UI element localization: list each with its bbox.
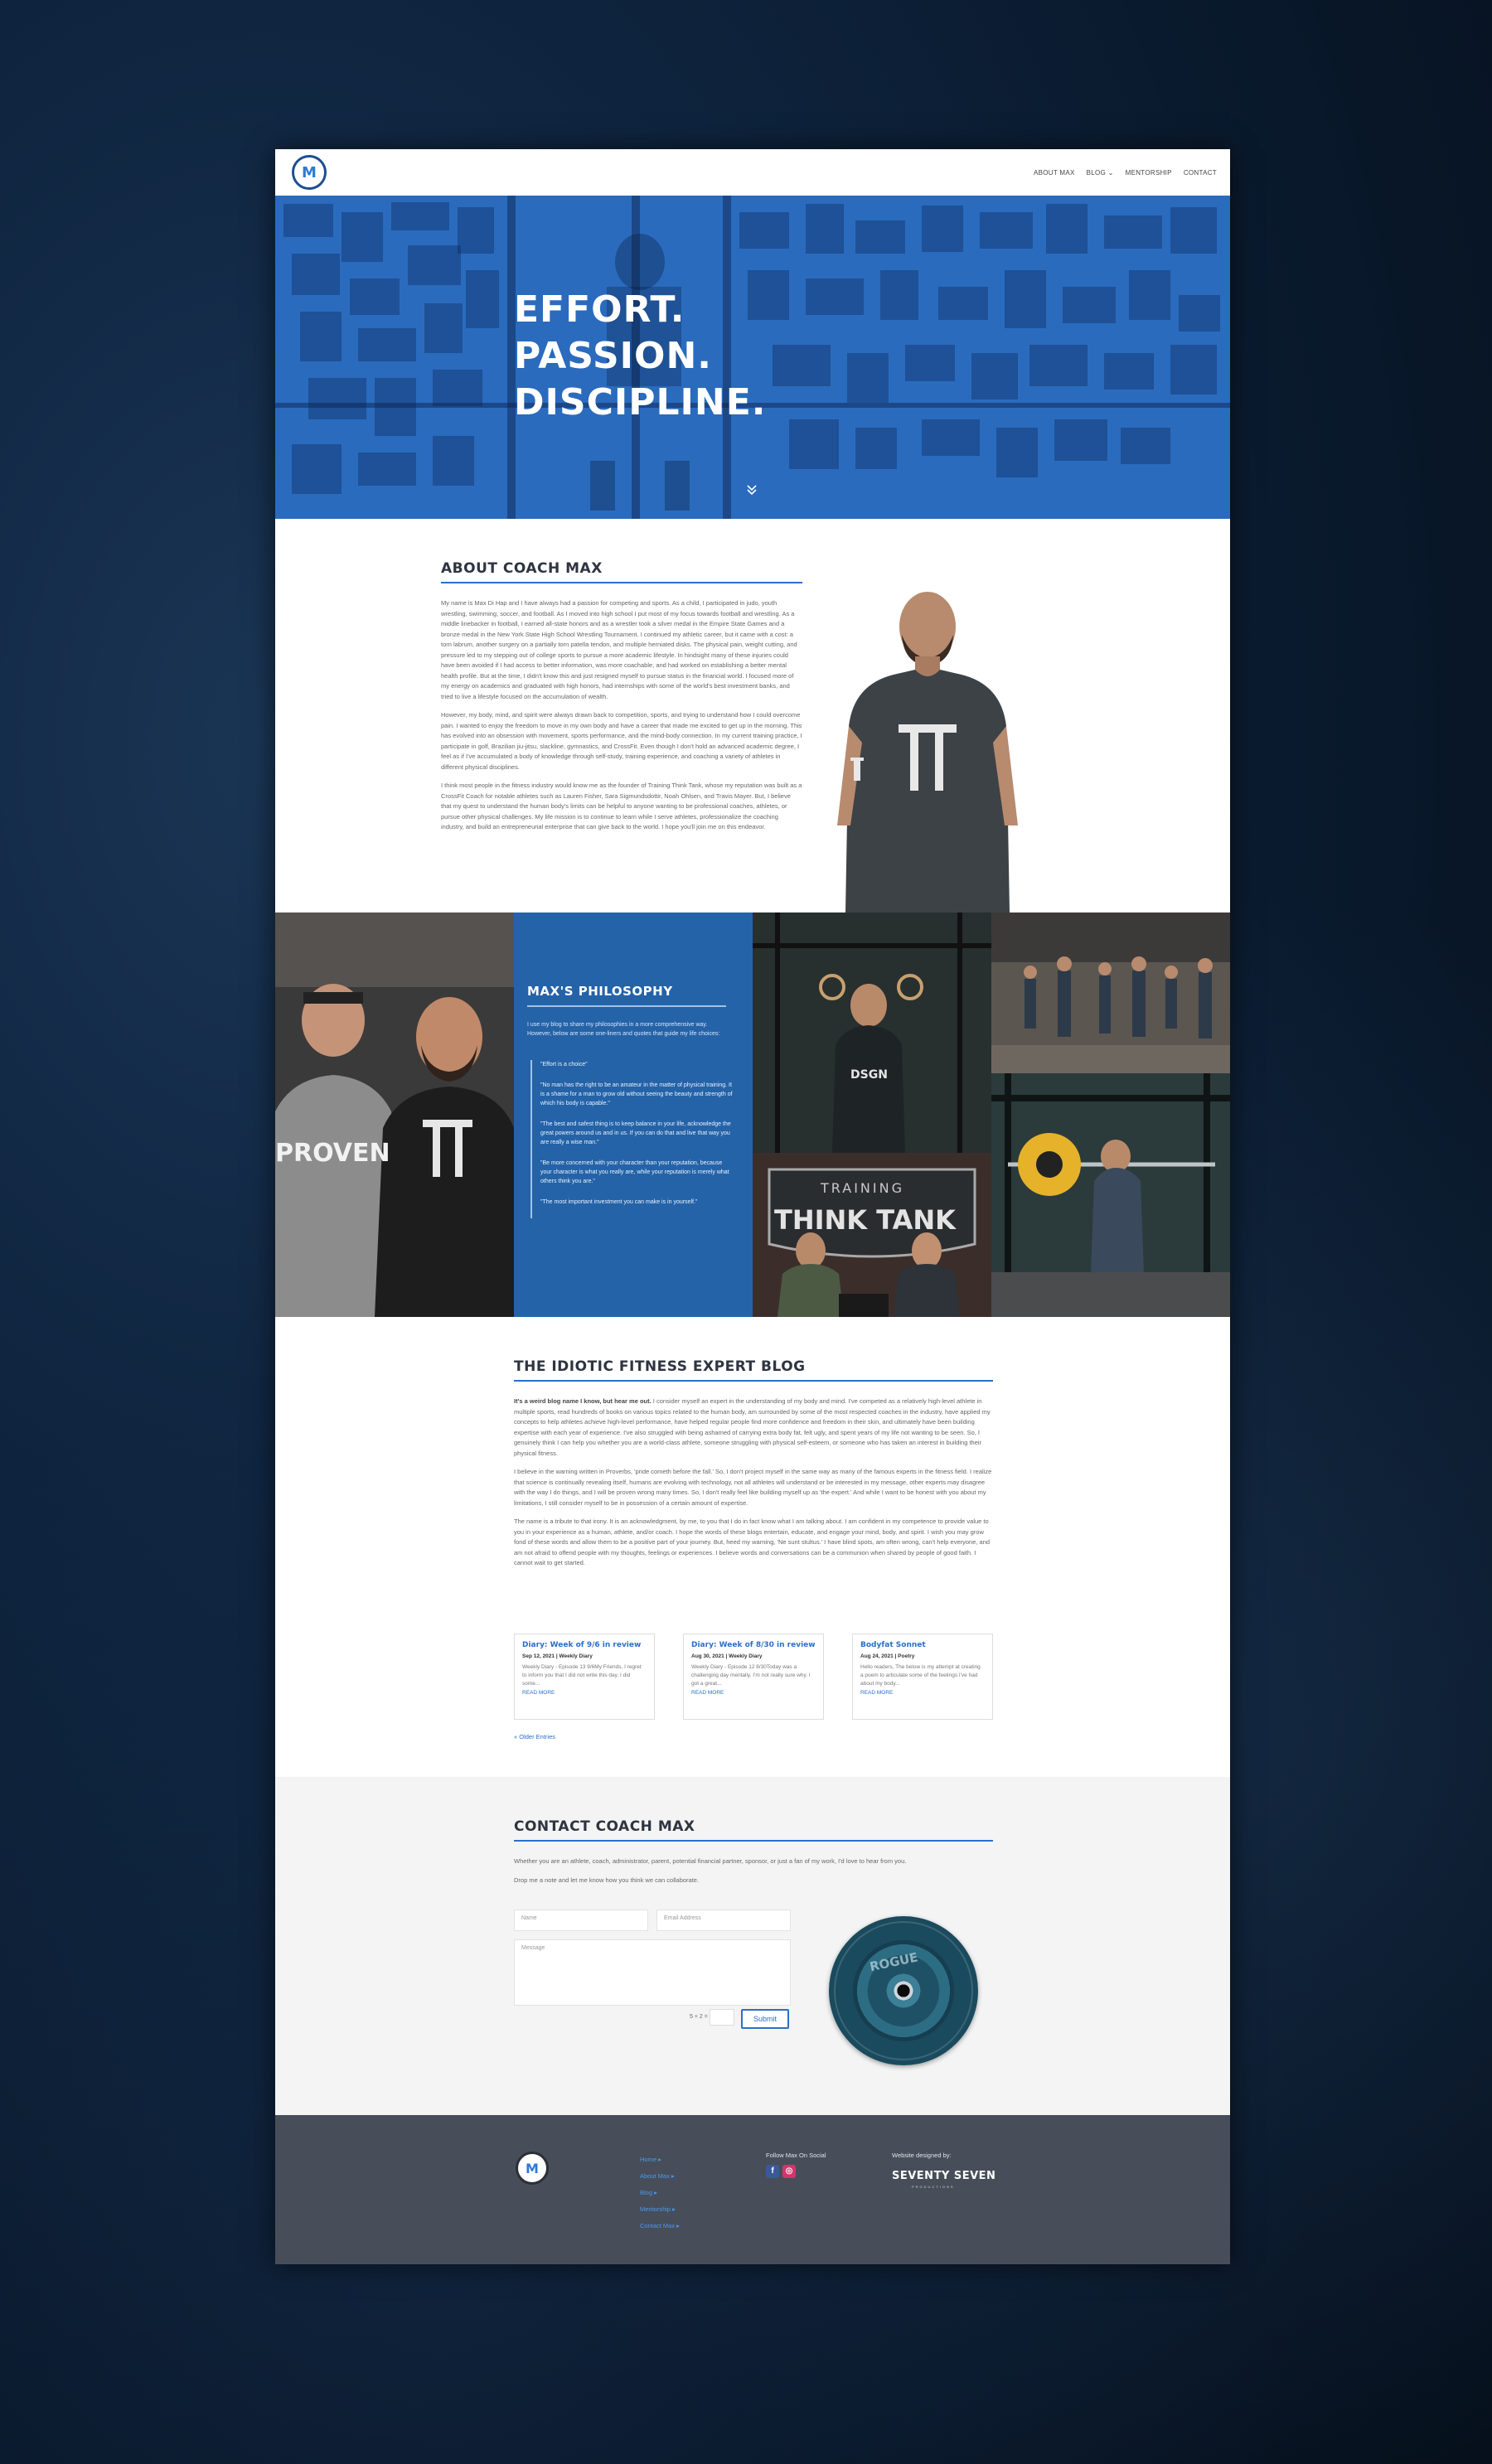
about-paragraph: However, my body, mind, and spirit were … (441, 711, 802, 771)
footer-links: Home ▸ About Max ▸ Blog ▸ Mentorship ▸ C… (640, 2152, 680, 2234)
photo-athletes-celebrating: PROVEN (275, 913, 514, 1317)
blog-card-title[interactable]: Diary: Week of 9/6 in review (522, 1641, 647, 1649)
main-nav: ABOUT MAX BLOG ⌄ MENTORSHIP CONTACT (1034, 169, 1217, 177)
about-paragraph: I think most people in the fitness indus… (441, 782, 802, 830)
footer-link-about[interactable]: About Max ▸ (640, 2168, 680, 2185)
captcha-question: 5 + 2 = (690, 2014, 708, 2020)
blog-card-meta: Aug 24, 2021 | Poetry (860, 1653, 915, 1659)
captcha-input[interactable] (710, 2009, 734, 2026)
heading-underline (527, 1005, 726, 1007)
nav-contact[interactable]: CONTACT (1184, 169, 1217, 177)
shirt-text: PROVEN (275, 1139, 390, 1168)
hero-line-effort: EFFORT. (514, 288, 685, 331)
photo-think-tank-podcast: TRAINING THINK TANK (753, 1153, 991, 1317)
submit-button[interactable]: Submit (741, 2009, 789, 2029)
contact-section: CONTACT COACH MAX Whether you are an ath… (275, 1777, 1230, 2115)
photo-gym-rings: DSGN (753, 913, 991, 1153)
coach-portrait (837, 592, 1018, 913)
double-chevron-down-icon[interactable] (746, 484, 758, 500)
philosophy-heading: MAX'S PHILOSOPHY (527, 984, 673, 999)
message-field[interactable]: Message (514, 1939, 791, 2006)
quote: "The most important investment you can m… (540, 1199, 698, 1205)
quote: "Be more concerned with your character t… (540, 1160, 729, 1184)
blog-paragraph-text: I consider myself an expert in the under… (514, 1397, 991, 1457)
quote: "No man has the right to be an amateur i… (540, 1082, 733, 1106)
heading-underline (514, 1380, 993, 1382)
older-entries-link[interactable]: « Older Entries (514, 1733, 555, 1740)
hero-headline: EFFORT. PASSION. DISCIPLINE. (514, 287, 767, 426)
blog-card-title[interactable]: Bodyfat Sonnet (860, 1641, 985, 1649)
blog-card-title[interactable]: Diary: Week of 8/30 in review (691, 1641, 816, 1649)
footer-link-mentorship[interactable]: Mentorship ▸ (640, 2201, 680, 2218)
facebook-icon[interactable]: f (766, 2165, 779, 2178)
email-field[interactable]: Email Address (656, 1910, 791, 1931)
philosophy-collage: PROVEN MAX'S PHILOSOPHY I use my blog to… (275, 913, 1230, 1317)
quote: "Effort is a choice" (540, 1062, 588, 1067)
blog-paragraph: The name is a tribute to that irony. It … (514, 1518, 991, 1566)
blog-card[interactable]: Diary: Week of 8/30 in review Aug 30, 20… (683, 1634, 824, 1720)
designer-subtitle: PRODUCTIONS (912, 2185, 955, 2189)
about-paragraph: My name is Max Di Hap and I have always … (441, 599, 797, 700)
blog-card[interactable]: Diary: Week of 9/6 in review Sep 12, 202… (514, 1634, 655, 1720)
contact-intro: Whether you are an athlete, coach, admin… (514, 1857, 907, 1865)
name-field[interactable]: Name (514, 1910, 648, 1931)
designer-logo[interactable]: SEVENTY SEVEN (892, 2170, 995, 2182)
social-label: Follow Max On Social (766, 2152, 826, 2159)
photo-barbell-squat (991, 1073, 1230, 1317)
about-section: ABOUT COACH MAX My name is Max Di Hap an… (275, 519, 1230, 913)
instagram-icon[interactable]: ◎ (782, 2165, 796, 2178)
nav-blog[interactable]: BLOG ⌄ (1087, 169, 1114, 177)
blog-card-excerpt: Weekly Diary - Episode 13 9/6My Friends,… (522, 1664, 642, 1687)
contact-heading: CONTACT COACH MAX (514, 1818, 695, 1835)
designed-by-label: Website designed by: (892, 2152, 952, 2159)
footer-link-home[interactable]: Home ▸ (640, 2152, 680, 2168)
blog-card-excerpt: Hello readers, The below is my attempt a… (860, 1664, 981, 1687)
shirt-text: DSGN (850, 1068, 888, 1082)
blog-paragraph: It's a weird blog name I know, but hear … (514, 1397, 993, 1459)
about-heading: ABOUT COACH MAX (441, 560, 603, 577)
read-more-link[interactable]: READ MORE (691, 1690, 816, 1696)
blog-card-list: Diary: Week of 9/6 in review Sep 12, 202… (514, 1634, 993, 1720)
blog-heading: THE IDIOTIC FITNESS EXPERT BLOG (514, 1358, 806, 1375)
blog-card-meta: Sep 12, 2021 | Weekly Diary (522, 1653, 593, 1659)
philosophy-intro: I use my blog to share my philosophies i… (527, 1022, 720, 1037)
contact-intro: Drop me a note and let me know how you t… (514, 1876, 700, 1884)
hero-line-passion: PASSION. (514, 335, 712, 377)
logo-letter: M (302, 163, 317, 182)
blog-paragraph: I believe in the warning written in Prov… (514, 1468, 992, 1507)
nav-about[interactable]: ABOUT MAX (1034, 169, 1075, 177)
weight-plate-image: ROGUE (829, 1916, 978, 2065)
hero-line-discipline: DISCIPLINE. (514, 381, 767, 424)
site-header: M ABOUT MAX BLOG ⌄ MENTORSHIP CONTACT (275, 149, 1230, 196)
quote-list: "Effort is a choice" "No man has the rig… (530, 1060, 733, 1218)
logo-letter: M (526, 2160, 539, 2176)
heading-underline (441, 582, 802, 583)
site-logo[interactable]: M (292, 155, 327, 190)
footer-logo[interactable]: M (516, 2152, 549, 2185)
sign-main-text: THINK TANK (774, 1204, 957, 1236)
sign-top-text: TRAINING (820, 1180, 904, 1196)
footer-link-contact[interactable]: Contact Max ▸ (640, 2218, 680, 2234)
blog-lead: It's a weird blog name I know, but hear … (514, 1397, 652, 1405)
quote: "The best and safest thing is to keep ba… (540, 1121, 731, 1145)
plate-brand-text: ROGUE (869, 1949, 919, 1974)
plate-lettering: ROGUE (869, 1949, 919, 1974)
read-more-link[interactable]: READ MORE (860, 1690, 985, 1696)
photo-gym-crowd (991, 913, 1230, 1073)
blog-section: THE IDIOTIC FITNESS EXPERT BLOG It's a w… (275, 1317, 1230, 1777)
hero-banner: EFFORT. PASSION. DISCIPLINE. (275, 196, 1230, 519)
heading-underline (514, 1840, 993, 1842)
site-footer: M Home ▸ About Max ▸ Blog ▸ Mentorship ▸… (275, 2115, 1230, 2264)
nav-mentorship[interactable]: MENTORSHIP (1126, 169, 1172, 177)
philosophy-panel: MAX'S PHILOSOPHY I use my blog to share … (514, 913, 753, 1317)
blog-card-meta: Aug 30, 2021 | Weekly Diary (691, 1653, 763, 1659)
blog-card-excerpt: Weekly Diary - Episode 12 8/30Today was … (691, 1664, 811, 1687)
blog-card[interactable]: Bodyfat Sonnet Aug 24, 2021 | Poetry Hel… (852, 1634, 993, 1720)
website-mockup: M ABOUT MAX BLOG ⌄ MENTORSHIP CONTACT EF… (275, 149, 1230, 2264)
read-more-link[interactable]: READ MORE (522, 1690, 647, 1696)
footer-link-blog[interactable]: Blog ▸ (640, 2185, 680, 2201)
